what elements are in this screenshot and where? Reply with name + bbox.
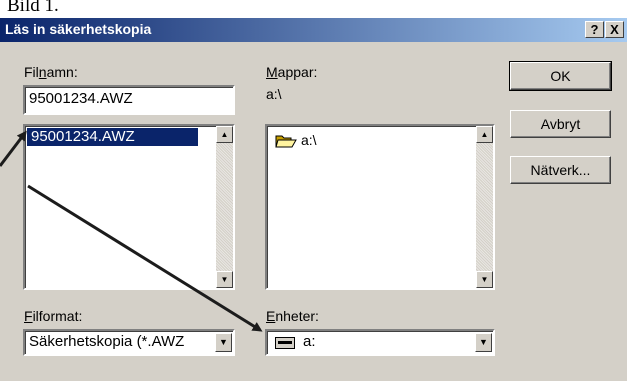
folders-label: Mappar: xyxy=(266,64,318,80)
filename-label: Filnamn: xyxy=(24,64,78,80)
open-folder-icon xyxy=(275,135,297,148)
file-format-label: Filformat: xyxy=(24,308,83,324)
scroll-down-arrow-icon[interactable]: ▼ xyxy=(476,271,493,288)
file-format-dropdown[interactable]: Säkerhetskopia (*.AWZ ▼ xyxy=(23,329,235,356)
help-button[interactable]: ? xyxy=(585,21,604,38)
close-button[interactable]: X xyxy=(605,21,624,38)
filename-input[interactable]: 95001234.AWZ xyxy=(23,85,235,115)
title-bar[interactable]: Läs in säkerhetskopia ? X xyxy=(0,18,627,42)
cancel-button[interactable]: Avbryt xyxy=(510,110,611,138)
network-button[interactable]: Nätverk... xyxy=(510,156,611,184)
current-folder-path: a:\ xyxy=(266,86,282,102)
scroll-up-arrow-icon[interactable]: ▲ xyxy=(216,126,233,143)
scroll-up-arrow-icon[interactable]: ▲ xyxy=(476,126,493,143)
drives-value: a: xyxy=(303,333,316,350)
floppy-drive-icon xyxy=(275,337,295,349)
file-list-scrollbar[interactable]: ▲ ▼ xyxy=(216,126,233,288)
file-list[interactable]: 95001234.AWZ ▲ ▼ xyxy=(23,124,235,290)
restore-backup-dialog: Läs in säkerhetskopia ? X Filnamn: 95001… xyxy=(0,18,627,381)
document-caption: Bild 1. xyxy=(7,0,59,16)
folder-tree-item[interactable]: a:\ xyxy=(275,132,425,150)
ok-button[interactable]: OK xyxy=(509,61,612,91)
dropdown-arrow-icon[interactable]: ▼ xyxy=(475,333,492,352)
folder-tree-item-label: a:\ xyxy=(301,132,317,148)
file-format-value: Säkerhetskopia (*.AWZ xyxy=(29,333,185,350)
dropdown-arrow-icon[interactable]: ▼ xyxy=(215,333,232,352)
drives-label: Enheter: xyxy=(266,308,319,324)
file-list-item[interactable]: 95001234.AWZ xyxy=(27,128,198,146)
scroll-down-arrow-icon[interactable]: ▼ xyxy=(216,271,233,288)
dialog-title: Läs in säkerhetskopia xyxy=(5,21,152,37)
drives-dropdown[interactable]: a: ▼ xyxy=(265,329,495,356)
filename-value: 95001234.AWZ xyxy=(29,90,133,107)
folder-tree[interactable]: a:\ ▲ ▼ xyxy=(265,124,495,290)
folder-tree-scrollbar[interactable]: ▲ ▼ xyxy=(476,126,493,288)
